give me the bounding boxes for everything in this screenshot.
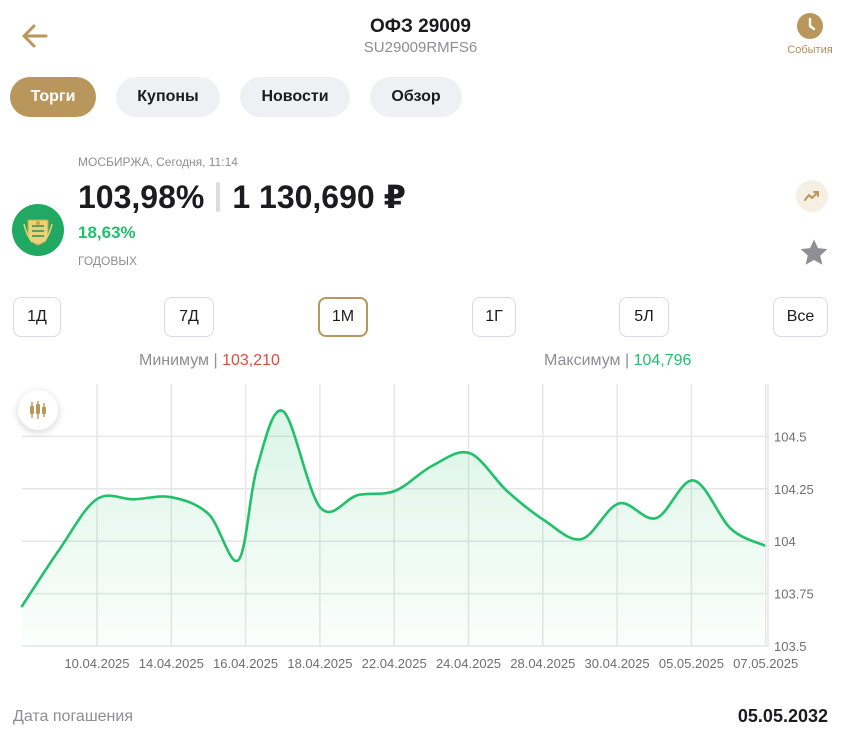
minimum-label: Минимум [139,352,210,369]
events-label: События [787,44,833,56]
y-tick-label: 104.25 [774,482,814,497]
minimum-readout: Минимум | 103,210 [139,352,280,370]
x-tick-label: 14.04.2025 [139,656,204,671]
x-tick-label: 10.04.2025 [64,656,129,671]
x-tick-label: 18.04.2025 [287,656,352,671]
tab-news[interactable]: Новости [240,77,350,117]
yield-label: ГОДОВЫХ [78,254,137,268]
issuer-logo [12,204,64,256]
x-tick-label: 22.04.2025 [362,656,427,671]
period-7d[interactable]: 7Д [164,297,214,337]
price-rub: 1 130,690 ₽ [232,179,406,215]
period-all[interactable]: Все [773,297,828,337]
y-axis-labels: 103.5 103.75 104 104.25 104.5 [774,429,814,654]
maturity-label: Дата погашения [13,708,133,725]
x-tick-label: 28.04.2025 [510,656,575,671]
minimum-value: 103,210 [222,352,280,369]
page-title: ОФЗ 29009 [369,16,471,37]
candlestick-icon [30,401,46,419]
price-percent: 103,98% [78,178,205,215]
clock-icon [796,12,824,40]
price-chart[interactable]: 103.5 103.75 104 104.25 104.5 10.04.2025 14.0… [0,376,841,678]
period-1m[interactable]: 1М [318,297,368,337]
exchange-timestamp: МОСБИРЖА, Сегодня, 11:14 [78,155,238,169]
tab-trading[interactable]: Торги [10,77,96,117]
period-5y[interactable]: 5Л [619,297,669,337]
x-axis-labels: 10.04.2025 14.04.2025 16.04.2025 18.04.2025… [64,656,798,671]
x-tick-label: 24.04.2025 [436,656,501,671]
x-tick-label: 05.05.2025 [659,656,724,671]
page-subtitle: SU29009RMFS6 [363,39,478,56]
yield-value: 18,63% [78,223,136,242]
maturity-value: 05.05.2032 [737,706,828,726]
star-icon [800,239,828,265]
minimum-separator: | [213,352,218,369]
y-tick-label: 103.5 [774,639,807,654]
trend-icon [804,191,819,201]
period-1y[interactable]: 1Г [472,297,516,337]
maximum-label: Максимум [544,352,621,369]
y-tick-label: 103.75 [774,587,814,602]
maximum-value: 104,796 [633,352,692,369]
price-separator [216,182,221,212]
candlestick-toggle-button[interactable] [18,390,58,430]
chart-area [22,410,765,646]
x-tick-label: 30.04.2025 [585,656,650,671]
tab-overview[interactable]: Обзор [370,77,462,117]
events-button[interactable]: События [779,12,841,56]
emblem-icon [23,219,53,246]
price-line: 103,98% 1 130,690 ₽ [78,178,406,216]
tab-coupons[interactable]: Купоны [116,77,220,117]
trend-button[interactable] [796,180,828,212]
y-tick-label: 104.5 [774,429,807,444]
favorite-button[interactable] [797,236,831,270]
maximum-readout: Максимум | 104,796 [544,352,691,370]
maximum-separator: | [624,352,630,369]
y-tick-label: 104 [774,534,796,549]
x-tick-label: 07.05.2025 [733,656,798,671]
period-1d[interactable]: 1Д [13,297,61,337]
x-tick-label: 16.04.2025 [213,656,278,671]
